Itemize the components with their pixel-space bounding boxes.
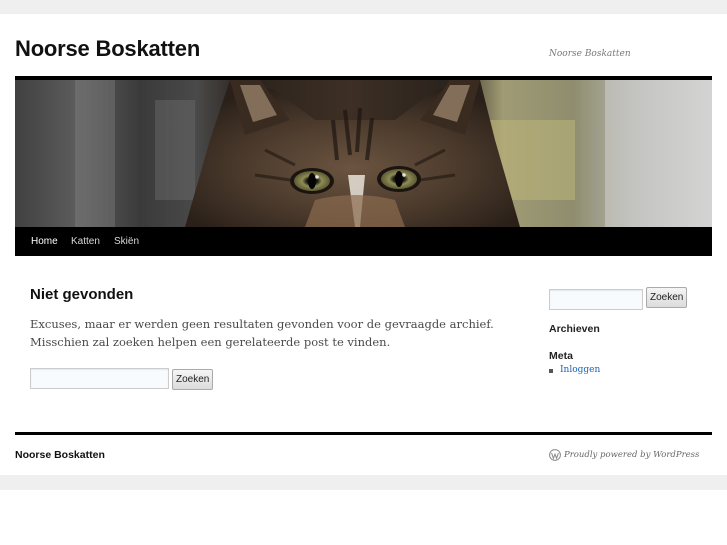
bottom-background-band — [0, 475, 727, 490]
powered-by-link[interactable]: Proudly powered by WordPress — [549, 449, 699, 461]
main-search-input[interactable] — [30, 368, 169, 389]
wordpress-logo-icon — [549, 449, 561, 461]
main-navigation: Home Katten Skiën — [15, 227, 712, 256]
nav-item-skien[interactable]: Skiën — [114, 236, 139, 247]
site-description: Noorse Boskatten — [549, 49, 631, 59]
widget-title-meta: Meta — [549, 350, 573, 362]
cat-face-illustration — [15, 80, 712, 227]
not-found-message: Excuses, maar er werden geen resultaten … — [30, 317, 494, 349]
login-link[interactable]: Inloggen — [560, 365, 600, 375]
sidebar-search-input[interactable] — [549, 289, 643, 310]
footer-divider — [15, 432, 712, 435]
page-title: Niet gevonden — [30, 286, 134, 303]
footer-site-title[interactable]: Noorse Boskatten — [15, 449, 105, 461]
powered-by-text: Proudly powered by WordPress — [564, 450, 700, 460]
nav-item-katten[interactable]: Katten — [71, 236, 100, 247]
main-search-button[interactable]: Zoeken — [172, 369, 213, 390]
meta-links-list: Inloggen — [549, 365, 600, 375]
widget-title-archives: Archieven — [549, 323, 600, 335]
top-background-band — [0, 0, 727, 14]
list-bullet — [549, 369, 553, 373]
sidebar-search-button[interactable]: Zoeken — [646, 287, 687, 308]
meta-list-item: Inloggen — [549, 365, 600, 375]
nav-item-home[interactable]: Home — [31, 236, 58, 247]
site-title[interactable]: Noorse Boskatten — [15, 36, 200, 62]
header-banner-image[interactable] — [15, 80, 712, 227]
